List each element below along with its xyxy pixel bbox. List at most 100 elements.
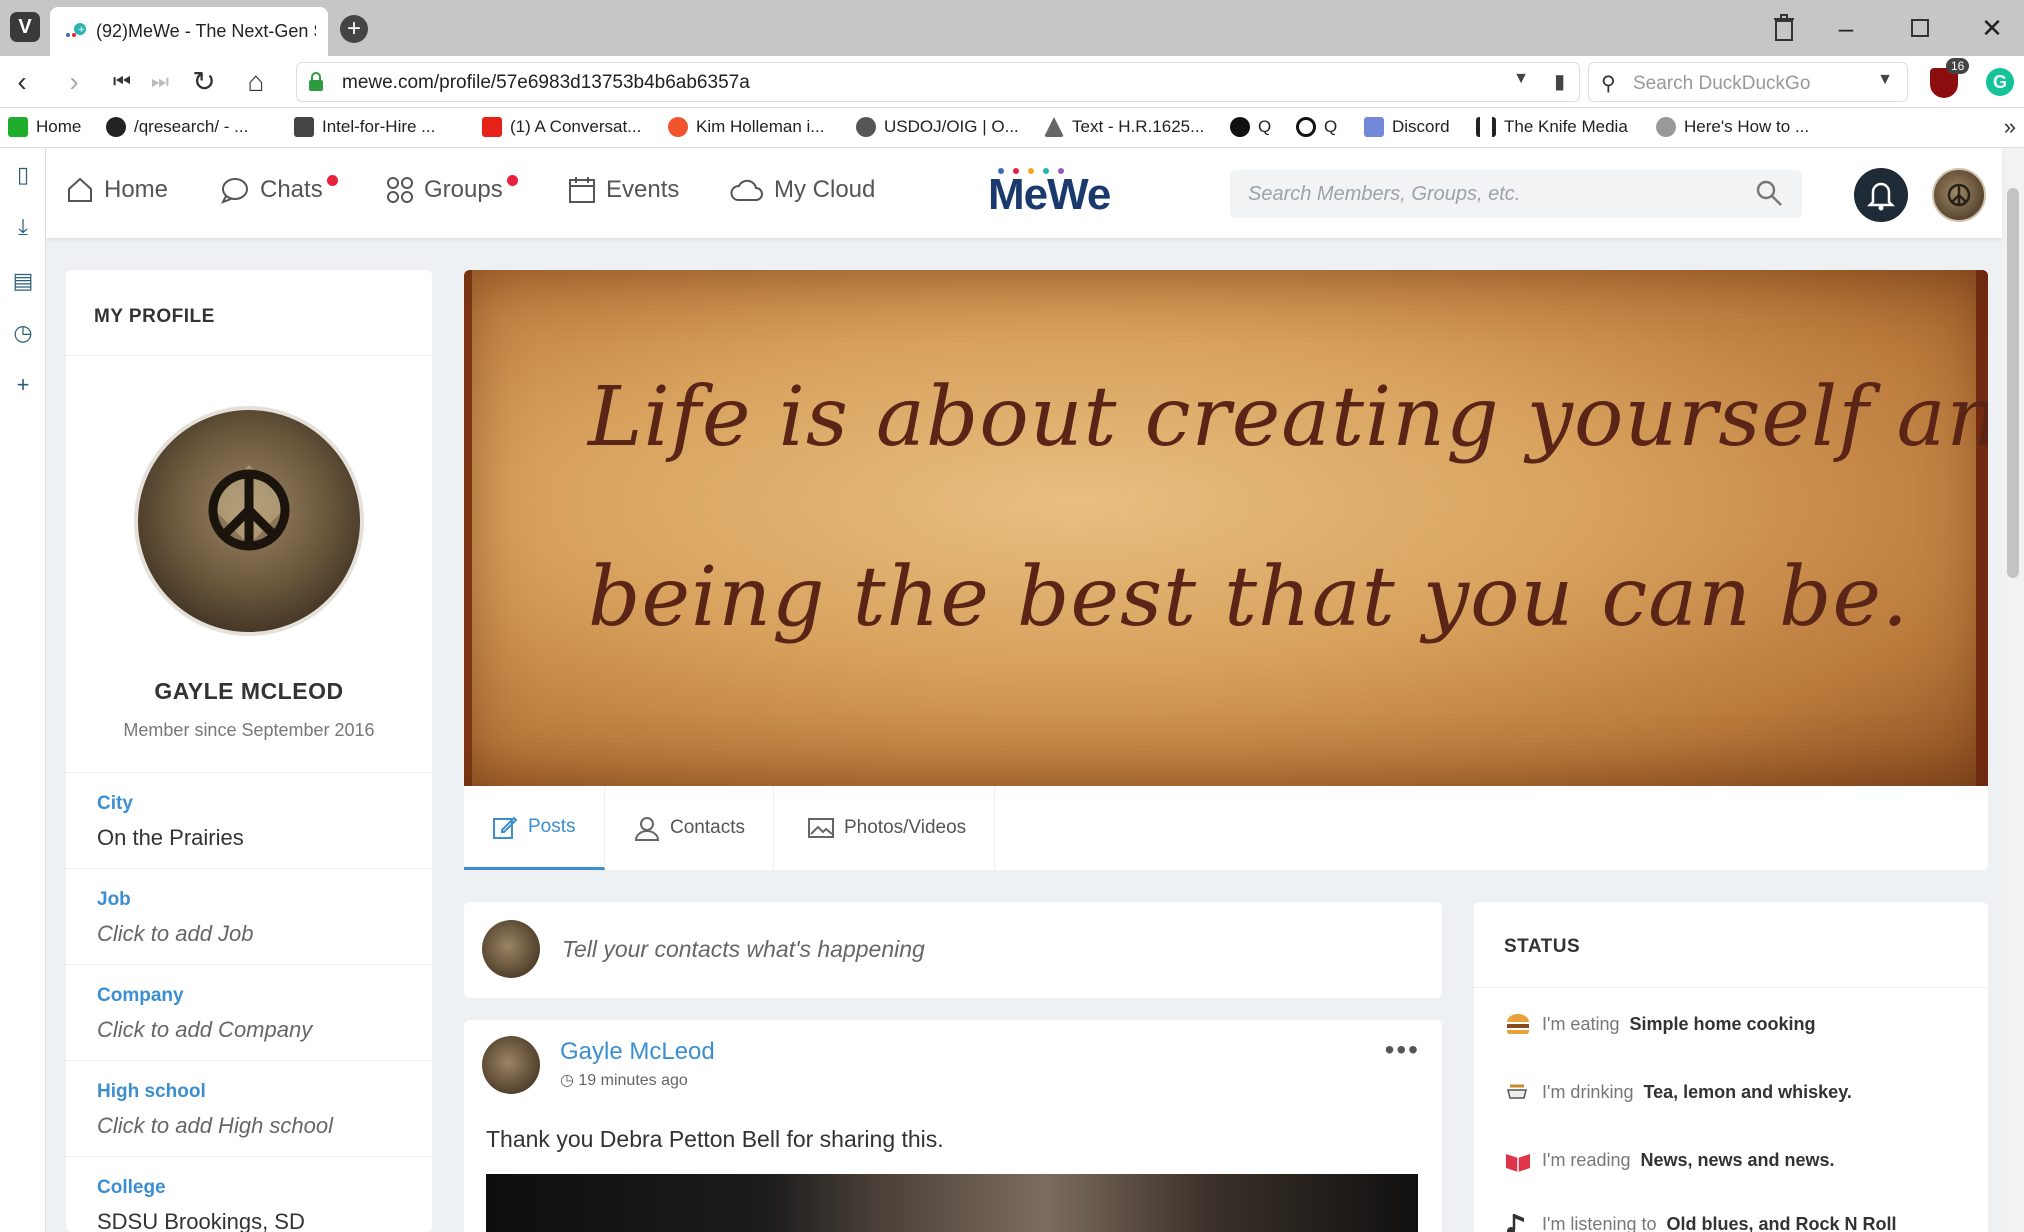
tab-photos-videos[interactable]: Photos/Videos: [780, 786, 996, 870]
profile-field-company[interactable]: Company Click to add Company: [66, 964, 432, 1060]
field-value: Click to add Job: [97, 921, 254, 946]
page-scrollbar[interactable]: [2002, 148, 2024, 1232]
bookmark-item[interactable]: Kim Holleman i...: [668, 117, 824, 137]
tab-contacts-label: Contacts: [670, 817, 745, 838]
bookmark-label: Discord: [1392, 117, 1450, 136]
profile-field-high-school[interactable]: High school Click to add High school: [66, 1060, 432, 1156]
bookmark-item[interactable]: Discord: [1364, 117, 1450, 137]
book-icon: [1506, 1154, 1530, 1172]
bookmark-label: Intel-for-Hire ...: [322, 117, 436, 136]
bookmarks-overflow-icon[interactable]: »: [2004, 114, 2016, 140]
add-panel-icon[interactable]: +: [8, 370, 38, 400]
nav-my-cloud[interactable]: My Cloud: [730, 176, 875, 204]
browser-tab-active[interactable]: + (92)MeWe - The Next-Gen S: [50, 7, 328, 56]
cover-photo[interactable]: Life is about creating yourself and bein…: [464, 270, 1988, 786]
field-label: Company: [97, 985, 184, 1006]
bookmark-page-icon[interactable]: ▮: [1554, 69, 1565, 94]
lock-icon: [309, 72, 323, 91]
groups-icon: [387, 177, 413, 203]
bookmark-item[interactable]: Q: [1296, 117, 1337, 137]
bookmark-label: (1) A Conversat...: [510, 117, 642, 136]
nav-my-cloud-label: My Cloud: [774, 176, 876, 203]
notifications-bell-icon[interactable]: [1854, 168, 1908, 222]
forward-icon[interactable]: ›: [56, 64, 92, 100]
grammarly-extension-icon[interactable]: G: [1986, 68, 2014, 96]
status-prefix: I'm eating: [1542, 1013, 1620, 1034]
tab-posts[interactable]: Posts: [464, 786, 605, 870]
profile-card-header: MY PROFILE: [66, 270, 432, 356]
bookmark-label: Q: [1258, 117, 1272, 136]
home-icon[interactable]: ⌂: [238, 64, 274, 100]
nav-events[interactable]: Events: [568, 176, 679, 204]
bookmarks-panel-icon[interactable]: ▯: [8, 160, 38, 190]
tab-contacts[interactable]: Contacts: [606, 786, 774, 870]
compose-icon: [493, 816, 518, 839]
browser-side-panel: ▯ ⤓ ▤ ◷ +: [0, 148, 46, 1232]
post-composer[interactable]: Tell your contacts what's happening: [464, 902, 1442, 998]
fast-forward-icon[interactable]: ⏭: [142, 64, 178, 100]
url-text: mewe.com/profile/57e6983d13753b4b6ab6357…: [342, 72, 750, 93]
search-dropdown-icon[interactable]: ▼: [1877, 71, 1893, 89]
post-author-avatar[interactable]: [482, 1036, 540, 1094]
nav-chats[interactable]: Chats: [220, 174, 344, 204]
close-window-button[interactable]: ✕: [1972, 10, 2012, 46]
browser-search-field[interactable]: ⚲ Search DuckDuckGo ▼: [1588, 62, 1908, 102]
new-tab-button[interactable]: +: [340, 15, 368, 43]
post-author-name[interactable]: Gayle McLeod: [560, 1038, 715, 1066]
bookmark-item[interactable]: Home: [8, 117, 81, 137]
bookmark-item[interactable]: Here's How to ...: [1656, 117, 1809, 137]
bookmark-favicon-icon: [106, 117, 126, 137]
bookmark-item[interactable]: USDOJ/OIG | O...: [856, 117, 1019, 137]
downloads-panel-icon[interactable]: ⤓: [8, 212, 38, 242]
history-panel-icon[interactable]: ◷: [8, 318, 38, 348]
address-dropdown-icon[interactable]: ▼: [1513, 70, 1529, 88]
rewind-icon[interactable]: ⏮: [104, 64, 140, 100]
profile-field-job[interactable]: Job Click to add Job: [66, 868, 432, 964]
reload-icon[interactable]: ↻: [186, 64, 222, 100]
vivaldi-menu-icon[interactable]: V: [10, 12, 40, 42]
bookmark-item[interactable]: Intel-for-Hire ...: [294, 117, 435, 137]
banner-quote-line-1: Life is about creating yourself and: [588, 370, 1988, 465]
bookmark-item[interactable]: /qresearch/ - ...: [106, 117, 248, 137]
post-more-options-icon[interactable]: •••: [1385, 1034, 1420, 1066]
field-label: Job: [97, 889, 131, 910]
nav-home[interactable]: Home: [66, 176, 168, 204]
status-item: I'm drinking Tea, lemon and whiskey.: [1504, 1078, 1852, 1106]
mewe-search-input[interactable]: Search Members, Groups, etc.: [1230, 170, 1802, 218]
back-icon[interactable]: ‹: [4, 64, 40, 100]
minimize-button[interactable]: –: [1826, 10, 1866, 46]
bookmark-label: Kim Holleman i...: [696, 117, 825, 136]
search-icon[interactable]: [1754, 178, 1784, 208]
bookmark-item[interactable]: Q: [1230, 117, 1271, 137]
field-value: On the Prairies: [97, 825, 244, 850]
notes-panel-icon[interactable]: ▤: [8, 266, 38, 296]
account-avatar[interactable]: [1932, 168, 1986, 222]
nav-groups[interactable]: Groups: [386, 174, 524, 204]
bookmark-favicon-icon: [294, 117, 314, 137]
status-prefix: I'm listening to: [1542, 1213, 1657, 1232]
scrollbar-thumb[interactable]: [2007, 188, 2019, 578]
post-time-text: 19 minutes ago: [578, 1072, 688, 1089]
bookmark-item[interactable]: The Knife Media: [1476, 117, 1628, 137]
svg-text:+: +: [78, 25, 86, 35]
profile-field-city[interactable]: City On the Prairies: [66, 772, 432, 868]
profile-avatar[interactable]: [134, 406, 364, 636]
status-value: Old blues, and Rock N Roll: [1666, 1213, 1897, 1232]
mewe-logo[interactable]: MeWe: [988, 170, 1111, 220]
search-engine-icon[interactable]: ⚲: [1601, 71, 1616, 96]
tab-photos-videos-label: Photos/Videos: [844, 817, 967, 838]
post-image[interactable]: [486, 1174, 1418, 1232]
maximize-button[interactable]: [1900, 10, 1940, 46]
address-bar[interactable]: mewe.com/profile/57e6983d13753b4b6ab6357…: [296, 62, 1580, 102]
groups-notification-dot: [506, 174, 518, 186]
mewe-header: Home Chats Groups Events My Cloud MeWe S…: [46, 148, 2002, 238]
status-prefix: I'm drinking: [1542, 1081, 1634, 1102]
browser-tab-bar: V + (92)MeWe - The Next-Gen S + – ✕: [0, 0, 2024, 56]
composer-avatar: [482, 920, 540, 978]
profile-field-college[interactable]: College SDSU Brookings, SD: [66, 1156, 432, 1232]
trash-icon[interactable]: [1764, 10, 1804, 46]
bookmark-item[interactable]: Text - H.R.1625...: [1044, 117, 1204, 137]
bookmark-item[interactable]: (1) A Conversat...: [482, 117, 641, 137]
field-label: High school: [97, 1081, 206, 1102]
banner-quote-line-2: being the best that you can be.: [588, 550, 1910, 645]
